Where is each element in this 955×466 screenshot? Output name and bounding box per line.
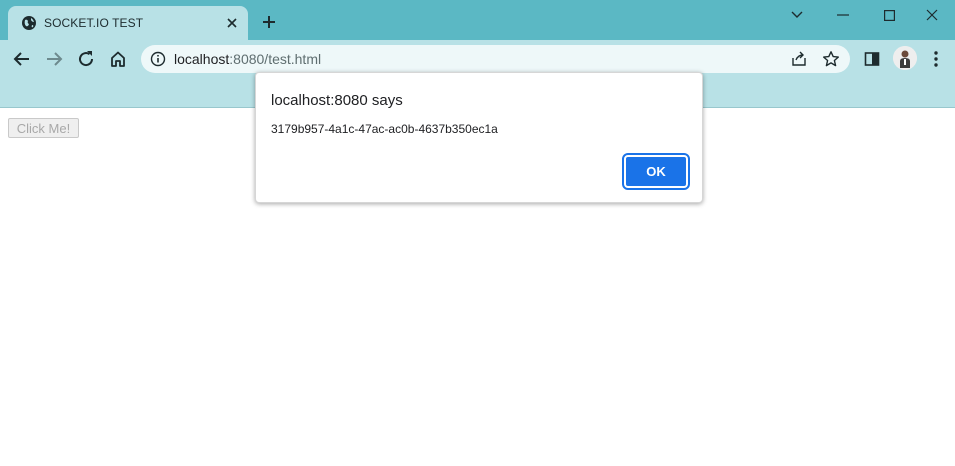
window-close-icon[interactable] bbox=[909, 0, 955, 30]
info-icon[interactable] bbox=[150, 51, 166, 67]
minimize-icon[interactable] bbox=[820, 0, 866, 30]
tab-close-icon[interactable] bbox=[224, 15, 240, 31]
star-icon[interactable] bbox=[822, 50, 840, 68]
reload-icon[interactable] bbox=[75, 48, 97, 70]
chevron-down-icon[interactable] bbox=[774, 0, 820, 30]
menu-icon[interactable] bbox=[925, 48, 947, 70]
url-path: :8080/test.html bbox=[229, 51, 322, 67]
browser-tab[interactable]: SOCKET.IO TEST bbox=[8, 6, 248, 40]
dialog-title: localhost:8080 says bbox=[271, 92, 403, 109]
dialog-message: 3179b957-4a1c-47ac-ac0b-4637b350ec1a bbox=[271, 122, 498, 136]
back-icon[interactable] bbox=[11, 48, 33, 70]
share-icon[interactable] bbox=[790, 50, 808, 68]
forward-icon[interactable] bbox=[43, 48, 65, 70]
ok-button[interactable]: OK bbox=[622, 153, 690, 190]
url-text: localhost:8080/test.html bbox=[174, 51, 321, 67]
home-icon[interactable] bbox=[107, 48, 129, 70]
title-bar: SOCKET.IO TEST bbox=[0, 0, 955, 40]
alert-dialog: localhost:8080 says 3179b957-4a1c-47ac-a… bbox=[255, 72, 703, 203]
click-me-button[interactable]: Click Me! bbox=[8, 118, 79, 138]
side-panel-icon[interactable] bbox=[861, 48, 883, 70]
url-host: localhost bbox=[174, 51, 230, 67]
new-tab-icon[interactable] bbox=[259, 12, 279, 32]
address-bar[interactable]: localhost:8080/test.html bbox=[141, 45, 850, 73]
avatar[interactable] bbox=[893, 46, 917, 70]
globe-icon bbox=[21, 15, 37, 31]
tab-title: SOCKET.IO TEST bbox=[44, 16, 144, 30]
maximize-icon[interactable] bbox=[866, 0, 912, 30]
